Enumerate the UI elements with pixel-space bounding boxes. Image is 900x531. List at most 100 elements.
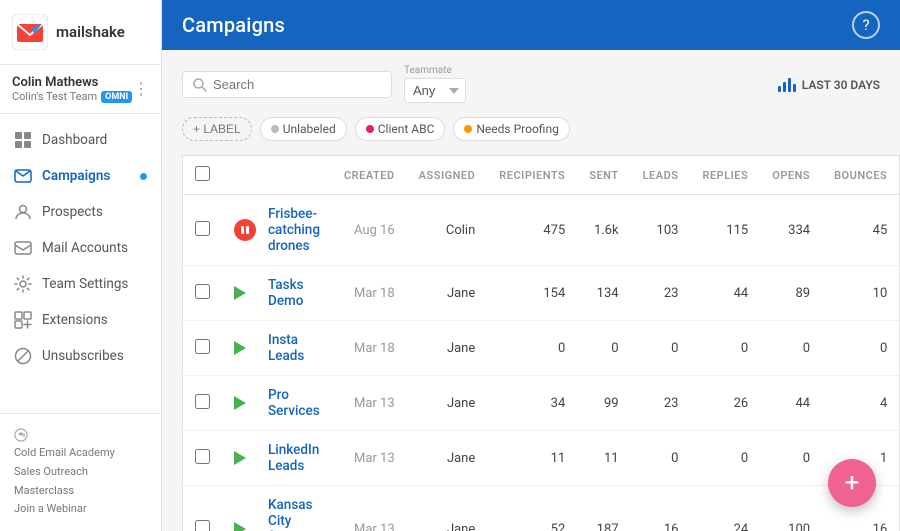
row-created-3: Mar 13 — [332, 376, 407, 431]
row-status-4 — [222, 431, 256, 486]
academy-link[interactable]: Cold Email Academy — [14, 444, 147, 463]
row-checkbox-0[interactable] — [195, 221, 210, 236]
row-checkbox-5[interactable] — [195, 520, 210, 531]
play-icon — [234, 341, 246, 355]
select-all-checkbox[interactable] — [195, 166, 210, 181]
sidebar-item-label-mail-accounts: Mail Accounts — [42, 240, 128, 256]
row-replies-1: 44 — [690, 266, 760, 321]
row-sent-1: 134 — [577, 266, 630, 321]
row-assigned-4: Jane — [407, 431, 488, 486]
row-checkbox-cell[interactable] — [183, 486, 223, 531]
row-checkbox-3[interactable] — [195, 394, 210, 409]
teammate-select[interactable]: Any Colin Jane — [404, 78, 466, 103]
row-opens-5: 100 — [760, 486, 822, 531]
th-select-all[interactable] — [183, 156, 223, 195]
th-replies: REPLIES — [690, 156, 760, 195]
row-recipients-1: 154 — [487, 266, 577, 321]
sidebar-header: mailshake — [0, 0, 161, 65]
search-icon — [193, 78, 207, 92]
row-created-5: Mar 13 — [332, 486, 407, 531]
row-opens-2: 0 — [760, 321, 822, 376]
row-name-2[interactable]: Insta Leads — [256, 321, 332, 376]
fab-add-button[interactable]: + — [828, 459, 876, 507]
help-button[interactable]: ? — [852, 11, 880, 39]
row-replies-2: 0 — [690, 321, 760, 376]
sidebar-item-extensions[interactable]: Extensions — [0, 302, 161, 338]
content-area: Teammate Any Colin Jane LAST 30 DAYS — [162, 50, 900, 531]
prospects-icon — [14, 203, 32, 221]
row-name-5[interactable]: Kansas City from Cindy — [256, 486, 332, 531]
filter-chips: + LABEL Unlabeled Client ABC Needs Proof… — [182, 117, 880, 141]
row-checkbox-cell[interactable] — [183, 431, 223, 486]
row-replies-4: 0 — [690, 431, 760, 486]
row-name-3[interactable]: Pro Services — [256, 376, 332, 431]
row-sent-2: 0 — [577, 321, 630, 376]
th-opens: OPENS — [760, 156, 822, 195]
row-opens-1: 89 — [760, 266, 822, 321]
row-created-2: Mar 18 — [332, 321, 407, 376]
row-assigned-1: Jane — [407, 266, 488, 321]
extensions-icon — [14, 311, 32, 329]
play-icon — [234, 396, 246, 410]
date-range: LAST 30 DAYS — [778, 78, 880, 92]
row-replies-5: 24 — [690, 486, 760, 531]
topbar: Campaigns ? — [162, 0, 900, 50]
campaign-name-0[interactable]: Frisbee-catching drones — [268, 206, 320, 254]
row-name-1[interactable]: Tasks Demo — [256, 266, 332, 321]
row-leads-3: 23 — [631, 376, 691, 431]
row-opens-3: 44 — [760, 376, 822, 431]
table-row: Kansas City from CindyMar 13Jane52187162… — [183, 486, 900, 531]
row-created-1: Mar 18 — [332, 266, 407, 321]
row-checkbox-cell[interactable] — [183, 376, 223, 431]
sidebar-item-campaigns[interactable]: Campaigns — [0, 158, 161, 194]
campaign-name-1[interactable]: Tasks Demo — [268, 277, 304, 309]
teammate-label: Teammate — [404, 66, 452, 76]
row-assigned-5: Jane — [407, 486, 488, 531]
row-checkbox-cell[interactable] — [183, 266, 223, 321]
sidebar-item-prospects[interactable]: Prospects — [0, 194, 161, 230]
teammate-group: Teammate Any Colin Jane — [404, 66, 466, 103]
add-label-button[interactable]: + LABEL — [182, 117, 252, 141]
logo-text: mailshake — [56, 23, 125, 41]
row-recipients-0: 475 — [487, 195, 577, 266]
user-menu-button[interactable]: ⋮ — [133, 81, 149, 97]
row-name-4[interactable]: LinkedIn Leads — [256, 431, 332, 486]
search-input[interactable] — [213, 77, 381, 92]
masterclass-link[interactable]: Sales Outreach Masterclass — [14, 463, 147, 500]
row-replies-0: 115 — [690, 195, 760, 266]
campaign-name-4[interactable]: LinkedIn Leads — [268, 442, 319, 474]
chip-needs-proofing[interactable]: Needs Proofing — [453, 117, 569, 141]
row-status-1 — [222, 266, 256, 321]
campaign-name-5[interactable]: Kansas City from Cindy — [268, 497, 313, 531]
chip-client-abc[interactable]: Client ABC — [355, 117, 446, 141]
row-opens-4: 0 — [760, 431, 822, 486]
row-checkbox-1[interactable] — [195, 284, 210, 299]
sidebar-item-team-settings[interactable]: Team Settings — [0, 266, 161, 302]
row-checkbox-cell[interactable] — [183, 195, 223, 266]
row-checkbox-2[interactable] — [195, 339, 210, 354]
row-checkbox-4[interactable] — [195, 449, 210, 464]
webinar-link[interactable]: Join a Webinar — [14, 500, 147, 519]
sidebar-item-mail-accounts[interactable]: Mail Accounts — [0, 230, 161, 266]
toolbar: Teammate Any Colin Jane LAST 30 DAYS — [182, 66, 880, 103]
row-checkbox-cell[interactable] — [183, 321, 223, 376]
academy-icon — [14, 428, 28, 442]
row-recipients-5: 52 — [487, 486, 577, 531]
campaign-name-3[interactable]: Pro Services — [268, 387, 320, 419]
sidebar-item-label-prospects: Prospects — [42, 204, 103, 220]
row-recipients-4: 11 — [487, 431, 577, 486]
table-header-row: CREATED ASSIGNED RECIPIENTS SENT LEADS R… — [183, 156, 900, 195]
sidebar-nav: Dashboard Campaigns Prospects — [0, 114, 161, 413]
search-box[interactable] — [182, 71, 392, 98]
row-status-5 — [222, 486, 256, 531]
chip-unlabeled[interactable]: Unlabeled — [260, 117, 347, 141]
row-sent-0: 1.6k — [577, 195, 630, 266]
campaign-name-2[interactable]: Insta Leads — [268, 332, 304, 364]
row-bounces-1: 10 — [822, 266, 900, 321]
sidebar-item-dashboard[interactable]: Dashboard — [0, 122, 161, 158]
pause-bars — [241, 226, 249, 234]
sidebar-item-unsubscribes[interactable]: Unsubscribes — [0, 338, 161, 374]
row-name-0[interactable]: Frisbee-catching drones — [256, 195, 332, 266]
campaigns-dot — [140, 173, 147, 180]
row-leads-1: 23 — [631, 266, 691, 321]
